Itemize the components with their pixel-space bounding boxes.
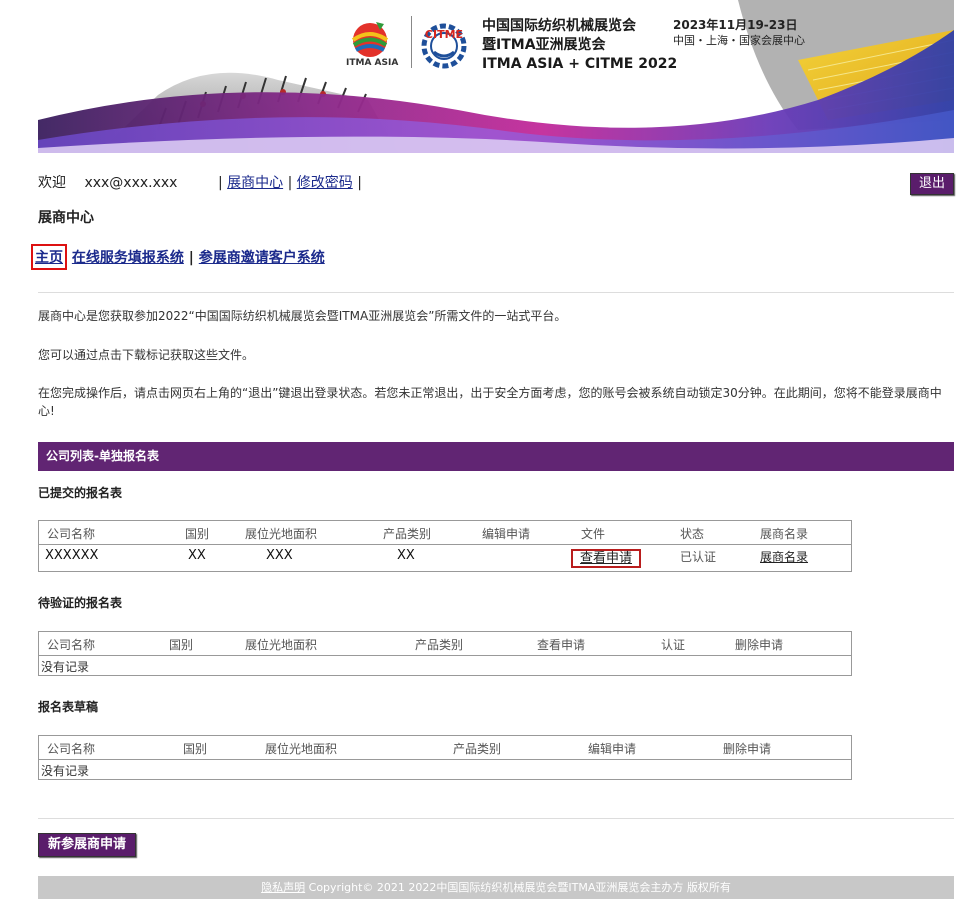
logout-button[interactable]: 退出 bbox=[910, 173, 954, 195]
header-separator: | bbox=[217, 175, 223, 191]
column-header: 展位光地面积 bbox=[245, 638, 318, 652]
banner-date-block: 2023年11月19-23日 中国・上海・国家会展中心 bbox=[673, 17, 805, 49]
header-links: | 展商中心 | 修改密码 | bbox=[218, 175, 362, 191]
welcome-label: 欢迎 bbox=[38, 175, 66, 191]
header-separator: | bbox=[287, 175, 293, 191]
page-title: 展商中心 bbox=[38, 210, 94, 226]
column-header: 产品类别 bbox=[383, 527, 432, 541]
column-header: 删除申请 bbox=[735, 638, 784, 652]
divider bbox=[38, 292, 954, 293]
column-header: 编辑申请 bbox=[588, 742, 637, 756]
column-header: 展位光地面积 bbox=[245, 527, 318, 541]
divider bbox=[38, 818, 954, 819]
column-header: 国别 bbox=[169, 638, 194, 652]
privacy-policy-link[interactable]: 隐私声明 bbox=[261, 881, 305, 894]
banner-date: 2023年11月19-23日 bbox=[673, 18, 798, 32]
nav-invite-customers-link[interactable]: 参展商邀请客户系统 bbox=[199, 250, 325, 266]
intro-paragraph-1: 展商中心是您获取参加2022“中国国际纺织机械展览会暨ITMA亚洲展览会”所需文… bbox=[38, 309, 567, 323]
column-header: 产品类别 bbox=[415, 638, 464, 652]
column-header: 编辑申请 bbox=[482, 527, 531, 541]
nav-home-link[interactable]: 主页 bbox=[31, 244, 67, 270]
column-header: 状态 bbox=[680, 527, 705, 541]
nav-online-service-link[interactable]: 在线服务填报系统 bbox=[72, 250, 184, 266]
column-header: 国别 bbox=[183, 742, 208, 756]
booth-area-cell: XXX bbox=[266, 548, 293, 563]
column-header: 认证 bbox=[661, 638, 686, 652]
change-password-link[interactable]: 修改密码 bbox=[297, 175, 353, 191]
empty-row: 没有记录 bbox=[39, 760, 851, 779]
new-exhibitor-application-button[interactable]: 新参展商申请 bbox=[38, 833, 136, 857]
submitted-table: 公司名称 国别 展位光地面积 产品类别 编辑申请 文件 状态 展商名录 XXXX… bbox=[38, 520, 852, 572]
table-header-row: 公司名称 国别 展位光地面积 产品类别 编辑申请 删除申请 bbox=[39, 736, 851, 760]
pending-table: 公司名称 国别 展位光地面积 产品类别 查看申请 认证 删除申请 没有记录 bbox=[38, 631, 852, 676]
column-header: 公司名称 bbox=[47, 638, 96, 652]
citme-gear-icon: CITME bbox=[421, 23, 467, 69]
table-header-row: 公司名称 国别 展位光地面积 产品类别 查看申请 认证 删除申请 bbox=[39, 632, 851, 656]
pending-heading: 待验证的报名表 bbox=[38, 596, 123, 610]
column-header: 国别 bbox=[185, 527, 210, 541]
nav-separator: | bbox=[188, 250, 194, 266]
empty-row: 没有记录 bbox=[39, 656, 851, 675]
category-cell: XX bbox=[397, 548, 415, 563]
banner-title-cn1: 中国国际纺织机械展览会 bbox=[482, 18, 636, 34]
welcome-bar: 欢迎 xxx@xxx.xxx | 展商中心 | 修改密码 | bbox=[38, 172, 362, 192]
column-header: 展位光地面积 bbox=[265, 742, 338, 756]
header-separator: | bbox=[357, 175, 362, 191]
banner-title-cn2: 暨ITMA亚洲展览会 bbox=[482, 37, 606, 53]
column-header: 产品类别 bbox=[453, 742, 502, 756]
drafts-heading: 报名表草稿 bbox=[38, 700, 99, 714]
column-header: 展商名录 bbox=[760, 527, 809, 541]
column-header: 查看申请 bbox=[537, 638, 586, 652]
copyright-text: Copyright© 2021 2022中国国际纺织机械展览会暨ITMA亚洲展览… bbox=[305, 881, 731, 894]
view-application-cell: 查看申请 bbox=[571, 547, 642, 568]
header-banner: ITMA ASIA CITME 中国国际纺织机械展览会 暨ITMA亚洲展览会 I… bbox=[38, 0, 954, 153]
column-header: 公司名称 bbox=[47, 527, 96, 541]
table-row: XXXXXX XX XXX XX 查看申请 已认证 展商名录 bbox=[39, 545, 851, 569]
logo-divider bbox=[411, 16, 412, 68]
exhibitor-center-link[interactable]: 展商中心 bbox=[227, 175, 283, 191]
citme-logo-label: CITME bbox=[425, 28, 463, 41]
intro-paragraph-3: 在您完成操作后，请点击网页右上角的“退出”键退出登录状态。若您未正常退出，出于安… bbox=[38, 386, 942, 418]
exhibitor-directory-link[interactable]: 展商名录 bbox=[760, 548, 808, 565]
no-records-text: 没有记录 bbox=[41, 660, 90, 674]
user-email: xxx@xxx.xxx bbox=[84, 175, 178, 191]
table-header-row: 公司名称 国别 展位光地面积 产品类别 编辑申请 文件 状态 展商名录 bbox=[39, 521, 851, 545]
itma-logo-label: ITMA ASIA bbox=[346, 58, 399, 68]
company-list-header: 公司列表-单独报名表 bbox=[38, 442, 954, 471]
submitted-heading: 已提交的报名表 bbox=[38, 486, 123, 500]
intro-paragraph-2: 您可以通过点击下载标记获取这些文件。 bbox=[38, 348, 255, 362]
footer: 隐私声明 Copyright© 2021 2022中国国际纺织机械展览会暨ITM… bbox=[38, 876, 954, 899]
column-header: 文件 bbox=[581, 527, 606, 541]
country-cell: XX bbox=[188, 548, 206, 563]
drafts-table: 公司名称 国别 展位光地面积 产品类别 编辑申请 删除申请 没有记录 bbox=[38, 735, 852, 780]
company-name-cell: XXXXXX bbox=[45, 548, 99, 563]
banner-title: 中国国际纺织机械展览会 暨ITMA亚洲展览会 ITMA ASIA + CITME… bbox=[482, 17, 677, 74]
no-records-text: 没有记录 bbox=[41, 764, 90, 778]
column-header: 删除申请 bbox=[723, 742, 772, 756]
banner-title-en: ITMA ASIA + CITME 2022 bbox=[482, 56, 678, 72]
main-nav: 主页 在线服务填报系统 | 参展商邀请客户系统 bbox=[31, 244, 325, 270]
banner-location: 中国・上海・国家会展中心 bbox=[673, 34, 805, 47]
column-header: 公司名称 bbox=[47, 742, 96, 756]
status-cell: 已认证 bbox=[680, 550, 717, 564]
view-application-link[interactable]: 查看申请 bbox=[571, 549, 642, 568]
